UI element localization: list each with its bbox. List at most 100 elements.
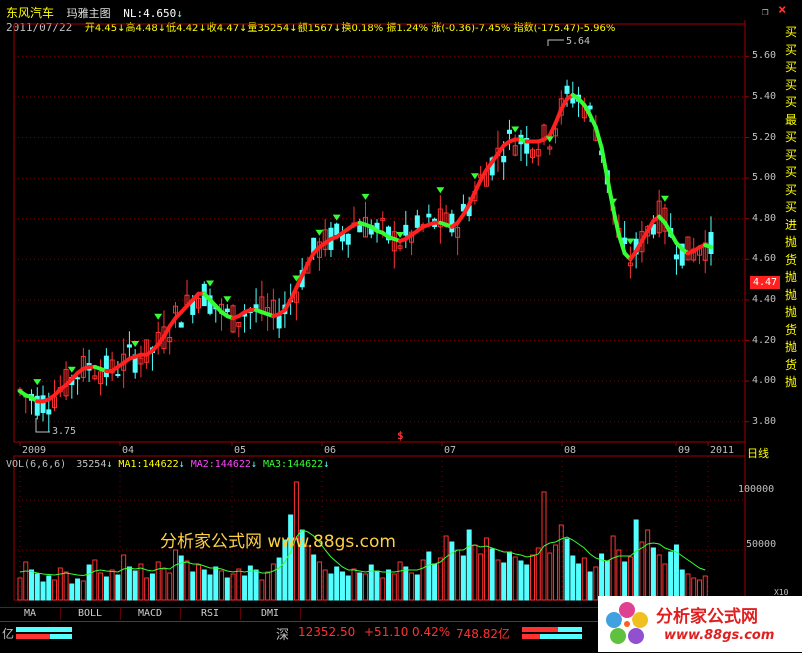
candle-body xyxy=(501,155,507,163)
volume-axis-tick: 100000 xyxy=(738,484,775,495)
price-axis-label: 5.20 xyxy=(752,131,777,143)
volume-bar xyxy=(610,535,616,601)
volume-bar xyxy=(495,559,501,601)
tab-macd[interactable]: MACD xyxy=(120,608,181,620)
signal-triangle-icon xyxy=(332,214,341,221)
volume-bar xyxy=(322,569,328,601)
signal-triangle-icon xyxy=(33,379,42,386)
volume-bar xyxy=(397,561,403,601)
volume-bar xyxy=(581,557,587,601)
volume-bar xyxy=(276,557,282,601)
volume-bar xyxy=(426,551,432,601)
volume-bar xyxy=(472,544,478,601)
volume-bar xyxy=(345,575,351,601)
vol-value: 35254 xyxy=(76,459,107,470)
volume-bar xyxy=(115,574,121,601)
signal-triangle-icon xyxy=(315,229,324,236)
volume-bar xyxy=(564,538,570,601)
volume-bar xyxy=(259,579,265,601)
volume-bar xyxy=(219,570,225,601)
vol-label[interactable]: VOL(6,6,6) xyxy=(6,459,66,470)
period-button[interactable]: 日线 xyxy=(747,445,769,461)
turnover: 748.82亿 xyxy=(456,627,510,641)
price-axis-label: 4.80 xyxy=(752,212,777,224)
price-axis-label: 3.80 xyxy=(752,415,777,427)
logo-url: www.88gs.com xyxy=(664,628,775,643)
volume-bar xyxy=(391,573,397,601)
volume-bar xyxy=(518,560,524,601)
volume-bar xyxy=(149,573,155,601)
volume-bar xyxy=(161,568,167,601)
time-axis-label: 2009 xyxy=(22,445,47,456)
volume-bar xyxy=(196,564,202,601)
candle-body xyxy=(426,213,432,218)
price-chart[interactable] xyxy=(0,0,802,652)
volume-bar xyxy=(524,564,530,601)
low-price-label: 3.75 xyxy=(52,426,77,437)
signal-triangle-icon xyxy=(511,126,520,133)
time-axis-label: 07 xyxy=(444,445,457,456)
candle-body xyxy=(564,85,570,94)
signal-triangle-icon xyxy=(67,366,76,373)
volume-bar xyxy=(184,560,190,601)
time-axis-label: 2011 xyxy=(710,445,735,456)
candle-body xyxy=(587,105,593,110)
candle-body xyxy=(403,224,409,236)
volume-bar xyxy=(52,579,58,601)
volume-bar xyxy=(512,556,518,601)
high-price-label: 5.64 xyxy=(566,36,591,47)
volume-bar xyxy=(483,537,489,601)
tab-boll[interactable]: BOLL xyxy=(60,608,121,620)
volume-header: VOL(6,6,6) 35254↓ MA1:144622↓ MA2:144622… xyxy=(6,459,329,471)
volume-bar xyxy=(455,549,461,601)
volume-bar xyxy=(466,529,472,601)
price-axis-label: 4.00 xyxy=(752,375,777,387)
volume-bar xyxy=(489,548,495,601)
time-axis-label: 06 xyxy=(324,445,337,456)
volume-bar xyxy=(242,575,248,601)
signal-triangle-icon xyxy=(154,313,163,320)
volume-bar xyxy=(201,569,207,601)
index-name[interactable]: 深 xyxy=(276,624,289,643)
ma2-value: MA2:144622 xyxy=(190,459,251,470)
current-price-tag: 4.47 xyxy=(750,276,780,289)
volume-bar xyxy=(270,563,276,601)
candle-body xyxy=(334,223,340,236)
signal-triangle-icon xyxy=(436,187,445,194)
watermark-text: 分析家公式网 www.88gs.com xyxy=(160,532,396,552)
volume-bar xyxy=(40,581,46,601)
index-percent: 0.42% xyxy=(412,625,451,639)
candle-body xyxy=(115,374,121,377)
volume-bar xyxy=(213,566,219,601)
volume-bar xyxy=(126,566,132,601)
candle-body xyxy=(506,129,512,134)
down-arrow-icon: ↓ xyxy=(106,459,113,470)
status-left-label: 亿 xyxy=(2,627,15,641)
price-axis-label: 5.40 xyxy=(752,90,777,102)
volume-bar xyxy=(437,557,443,601)
volume-bar xyxy=(339,571,345,601)
site-logo[interactable]: 分析家公式网 www.88gs.com xyxy=(598,596,802,652)
volume-bar xyxy=(604,560,610,601)
price-axis-label: 4.20 xyxy=(752,334,777,346)
price-axis: 5.60 5.40 5.20 5.00 4.80 4.60 4.40 4.20 4.00 3.80 xyxy=(748,36,786,446)
tab-rsi[interactable]: RSI xyxy=(180,608,241,620)
volume-bar xyxy=(570,555,576,601)
tab-ma[interactable]: MA xyxy=(0,608,61,620)
candle-body xyxy=(75,377,81,380)
volume-bar xyxy=(380,577,386,601)
price-axis-label: 4.60 xyxy=(752,253,777,265)
ma1-value: MA1:144622 xyxy=(118,459,179,470)
volume-bar xyxy=(656,554,662,601)
volume-bar xyxy=(328,573,334,601)
volume-bar xyxy=(172,549,178,601)
signal-triangle-icon xyxy=(660,195,669,202)
candle-body xyxy=(357,225,363,233)
volume-bar xyxy=(374,570,380,601)
tab-dmi[interactable]: DMI xyxy=(240,608,301,620)
volume-bar xyxy=(63,571,69,601)
volume-bar xyxy=(351,568,357,601)
down-arrow-icon: ↓ xyxy=(323,459,330,470)
volume-bar xyxy=(662,563,668,601)
candle-body xyxy=(673,254,679,260)
